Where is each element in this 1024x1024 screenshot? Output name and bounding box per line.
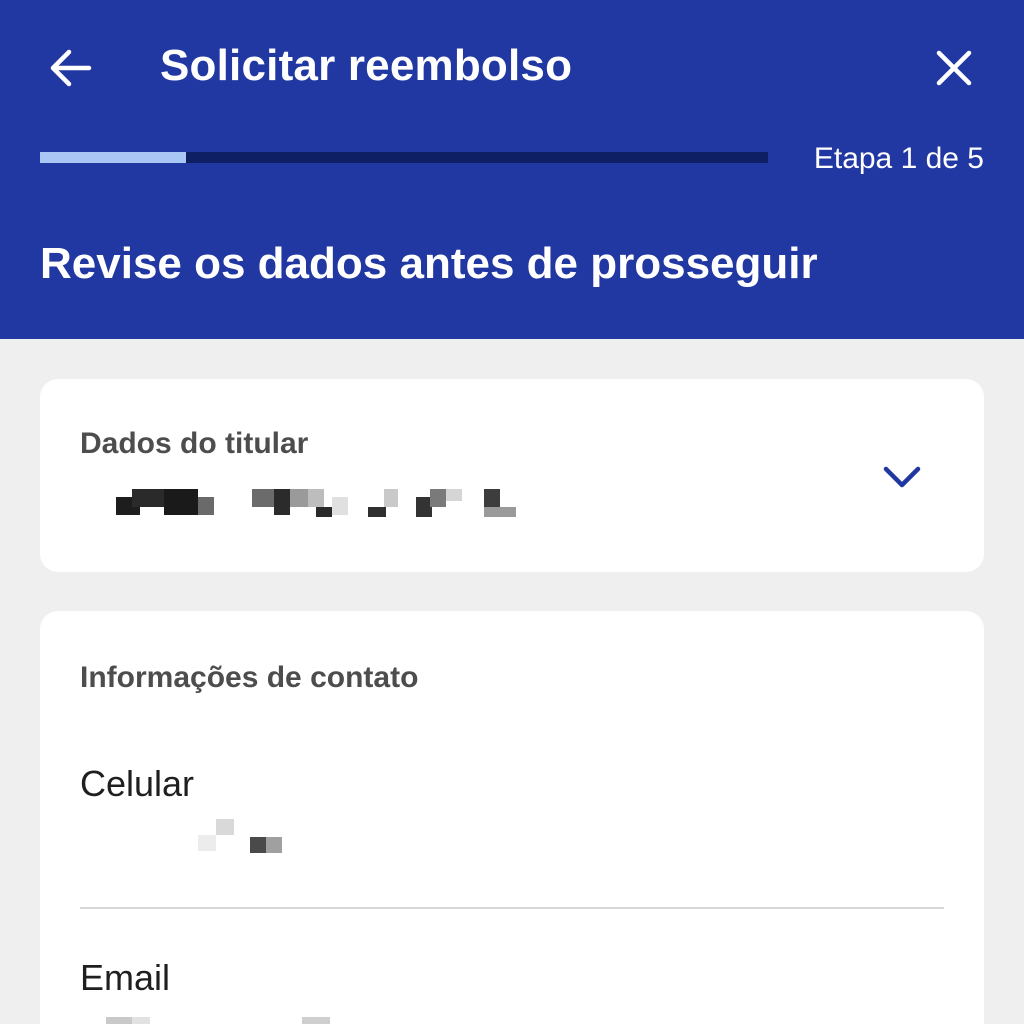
email-label: Email (80, 957, 171, 998)
email-value[interactable] (96, 1017, 356, 1024)
contact-info-card: Informações de contato Celular Email (40, 611, 984, 1024)
page-title: Solicitar reembolso (160, 41, 573, 90)
close-button[interactable] (922, 36, 986, 100)
phone-value[interactable] (196, 817, 296, 857)
holder-data-card[interactable]: Dados do titular (40, 379, 984, 572)
holder-data-label: Dados do titular (80, 427, 309, 460)
contact-divider (80, 907, 944, 909)
back-button[interactable] (38, 36, 102, 100)
contact-info-label: Informações de contato (80, 661, 419, 694)
chevron-down-icon (883, 466, 921, 488)
app-header: Solicitar reembolso Etapa 1 de 5 Revise … (0, 0, 1024, 339)
phone-label: Celular (80, 763, 195, 804)
expand-holder-button[interactable] (866, 447, 938, 507)
step-progress-bar (40, 152, 768, 163)
page-subtitle: Revise os dados antes de prosseguir (40, 239, 818, 288)
holder-name-value (116, 489, 518, 527)
refund-request-screen: Solicitar reembolso Etapa 1 de 5 Revise … (0, 0, 1024, 1024)
close-icon (936, 50, 972, 86)
arrow-left-icon (50, 49, 92, 87)
step-progress-fill (40, 152, 186, 163)
step-indicator: Etapa 1 de 5 (813, 142, 984, 175)
